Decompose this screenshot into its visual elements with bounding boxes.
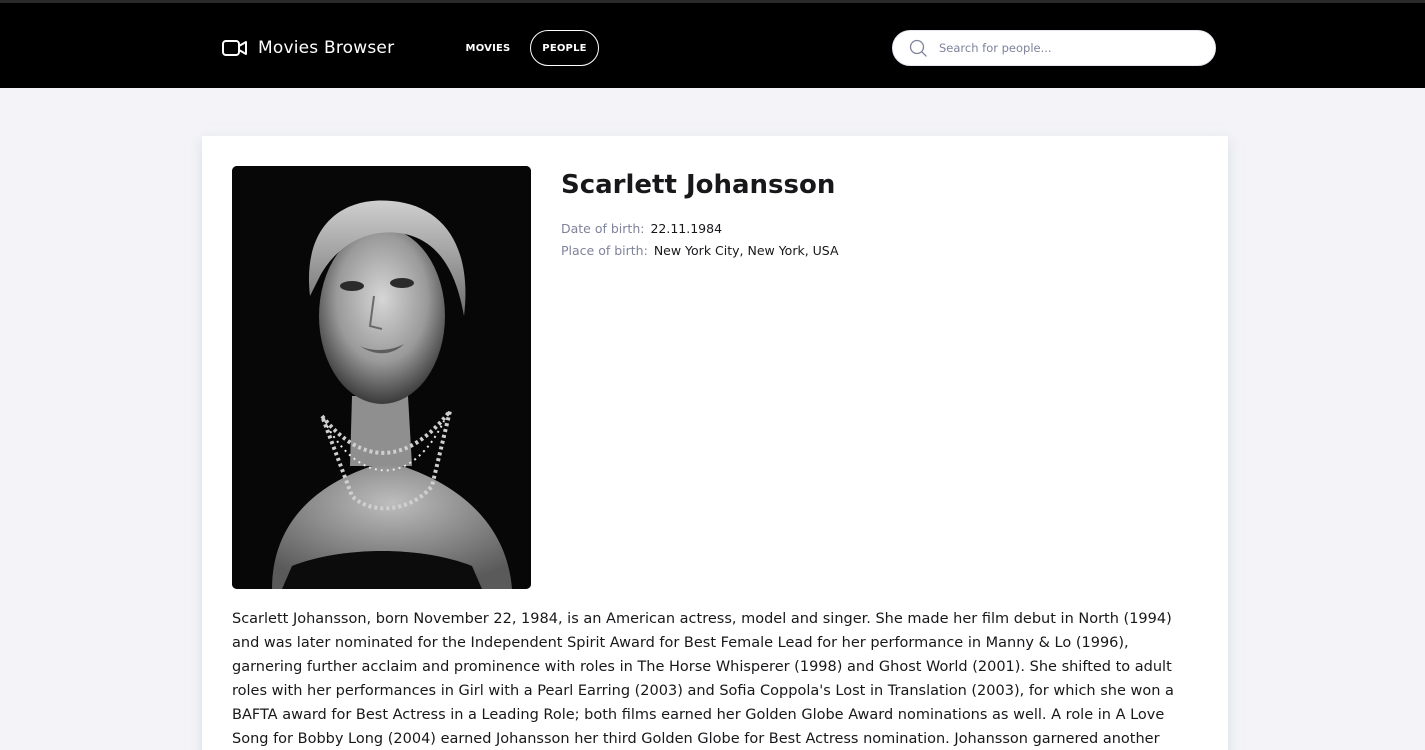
- search-input[interactable]: [939, 31, 1199, 65]
- top-navigation-bar: Movies Browser MOVIES PEOPLE: [0, 0, 1425, 88]
- person-portrait-image: [232, 166, 531, 589]
- birth-place-label: Place of birth:: [561, 243, 648, 258]
- video-camera-icon: [222, 40, 247, 56]
- search-bar[interactable]: [892, 30, 1216, 66]
- person-photo: [232, 166, 531, 589]
- nav-movies-link[interactable]: MOVIES: [455, 30, 521, 66]
- birth-date-value: 22.11.1984: [650, 221, 723, 236]
- birth-date-label: Date of birth:: [561, 221, 645, 236]
- search-icon: [909, 39, 927, 57]
- nav-people-link[interactable]: PEOPLE: [530, 30, 599, 66]
- birth-place-value: New York City, New York, USA: [653, 243, 839, 258]
- person-details-card: Scarlett Johansson Date of birth: 22.11.1…: [202, 136, 1228, 750]
- brand-title: Movies Browser: [258, 38, 395, 58]
- person-name: Scarlett Johansson: [561, 170, 836, 200]
- birth-date-row: Date of birth: 22.11.1984: [561, 221, 722, 236]
- birth-place-row: Place of birth: New York City, New York, …: [561, 243, 839, 258]
- brand-logo-link[interactable]: Movies Browser: [222, 34, 394, 62]
- person-biography: Scarlett Johansson, born November 22, 19…: [232, 611, 1174, 747]
